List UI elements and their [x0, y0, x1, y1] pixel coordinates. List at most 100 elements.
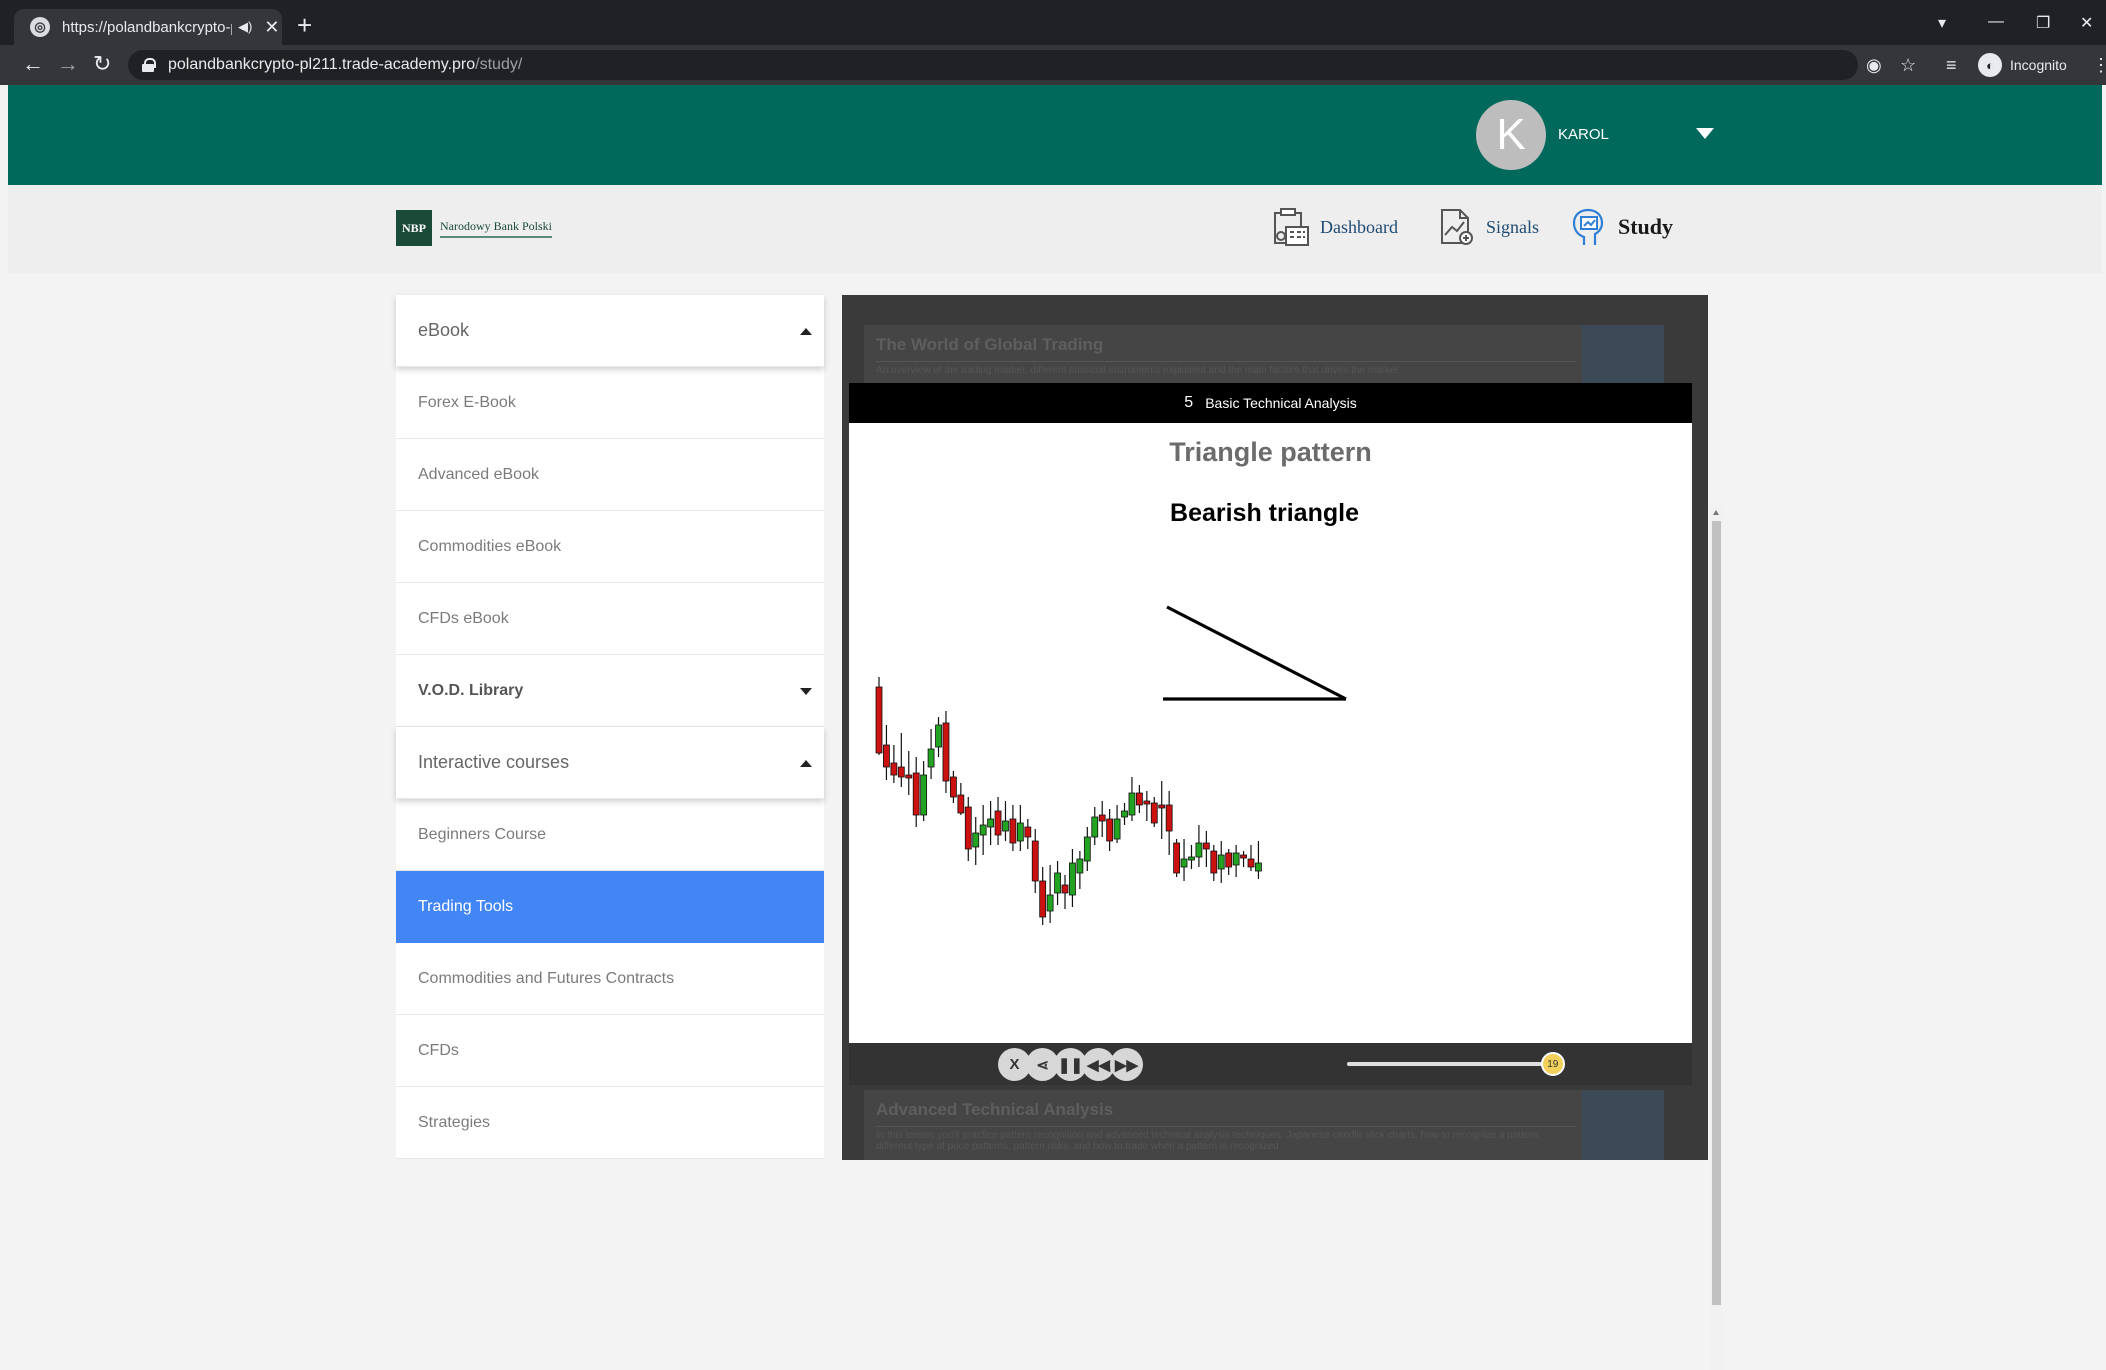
audio-icon[interactable]: ◀) — [238, 19, 252, 35]
candle-body — [935, 724, 942, 748]
url-field[interactable]: polandbankcrypto-pl211.trade-academy.pro… — [128, 50, 1858, 80]
sidebar-item-advanced-ebook[interactable]: Advanced eBook — [396, 439, 824, 511]
candle-body — [1225, 852, 1233, 868]
eye-off-icon[interactable]: ◉ — [1866, 55, 1882, 76]
tab-search-icon[interactable]: ▾ — [1938, 13, 1946, 33]
player-scrollbar[interactable] — [1710, 507, 1723, 1370]
nav-study-label: Study — [1618, 214, 1674, 239]
candle-body — [1247, 858, 1255, 868]
candle-body — [979, 824, 987, 836]
close-tab-icon[interactable]: ✕ — [264, 17, 279, 38]
progress-knob[interactable]: 19 — [1540, 1052, 1565, 1076]
incognito-icon: ◐ — [1978, 53, 2002, 77]
candlestick-illustration — [875, 605, 1347, 925]
sidebar-header-label: V.O.D. Library — [418, 681, 524, 699]
candle-body — [1180, 858, 1188, 868]
user-name[interactable]: KAROL — [1558, 126, 1609, 143]
reload-icon[interactable]: ↻ — [93, 52, 111, 76]
background-card-title: The World of Global Trading — [876, 335, 1104, 354]
candle-body — [957, 794, 965, 814]
url-text: polandbankcrypto-pl211.trade-academy.pro… — [168, 56, 523, 73]
user-band: K KAROL — [8, 85, 2102, 185]
sidebar-header-courses[interactable]: Interactive courses — [396, 727, 824, 799]
sidebar-item-cfds-ebook[interactable]: CFDs eBook — [396, 583, 824, 655]
minimize-icon[interactable]: — — [1988, 13, 2004, 31]
nav-dashboard[interactable]: Dashboard — [1270, 207, 1398, 247]
sidebar-item-label: Beginners Course — [418, 825, 547, 843]
share-icon: ⋖ — [1036, 1056, 1049, 1074]
forward-icon: ▶▶ — [1114, 1056, 1139, 1074]
incognito-badge[interactable]: ◐ Incognito — [1978, 51, 2067, 79]
sidebar-item-label: CFDs — [418, 1041, 459, 1059]
reading-list-icon[interactable]: ≡ — [1946, 55, 1957, 76]
nav-signals[interactable]: Signals — [1436, 207, 1539, 247]
candle-body — [1255, 862, 1262, 872]
nav-study[interactable]: Study — [1568, 207, 1673, 247]
signals-icon — [1441, 209, 1473, 245]
sidebar-item-commodities-ebook[interactable]: Commodities eBook — [396, 511, 824, 583]
sidebar-header-vod[interactable]: V.O.D. Library — [396, 655, 824, 727]
lesson-header: 5 Basic Technical Analysis — [849, 383, 1692, 423]
lock-icon[interactable] — [142, 58, 156, 72]
pause-icon: ❚❚ — [1057, 1056, 1084, 1074]
scroll-up-icon[interactable] — [1713, 510, 1719, 515]
sidebar-item-forex-ebook[interactable]: Forex E-Book — [396, 367, 824, 439]
candle-body — [1024, 826, 1032, 838]
candle-body — [1158, 804, 1166, 809]
kebab-menu-icon[interactable]: ⋮ — [2092, 55, 2106, 76]
sidebar-item-label: Advanced eBook — [418, 465, 539, 483]
candle-body — [1083, 836, 1091, 862]
candle-body — [1031, 840, 1039, 882]
progress-track[interactable] — [1347, 1062, 1557, 1066]
scroll-thumb[interactable] — [1712, 521, 1721, 1305]
sidebar-item-commodities-futures[interactable]: Commodities and Futures Contracts — [396, 943, 824, 1015]
candle-body — [1128, 792, 1136, 816]
web-page: K KAROL NBP Narodowy Bank Polski Dashboa… — [8, 85, 2102, 1370]
background-card-title: Advanced Technical Analysis — [876, 1100, 1114, 1119]
sidebar-item-label: Strategies — [418, 1113, 491, 1131]
candle-body — [1217, 854, 1225, 870]
browser-tab[interactable]: ◎ https://polandbankcrypto-pl ◀) ✕ — [14, 9, 282, 45]
lesson-slide: Triangle pattern Bearish triangle — [849, 423, 1692, 1043]
new-tab-icon[interactable]: + — [297, 12, 312, 38]
candle-body — [1091, 816, 1099, 838]
sidebar-item-label: Commodities and Futures Contracts — [418, 969, 675, 987]
candle-body — [994, 810, 1002, 836]
sidebar-item-trading-tools[interactable]: Trading Tools — [396, 871, 824, 943]
candle-body — [1202, 842, 1210, 850]
candle-body — [1165, 804, 1173, 832]
background-lesson-card: Advanced Technical Analysis In this less… — [864, 1090, 1664, 1160]
window-close-icon[interactable]: ✕ — [2080, 13, 2093, 33]
sidebar-item-strategies[interactable]: Strategies — [396, 1087, 824, 1159]
sidebar-header-label: eBook — [418, 320, 470, 340]
sidebar-header-ebook[interactable]: eBook — [396, 295, 824, 367]
candle-body — [1135, 792, 1143, 806]
forward-icon[interactable]: → — [57, 52, 79, 76]
candle-body — [1143, 800, 1151, 805]
player-controls: X ⋖ ❚❚ ◀◀ ▶▶ 19 — [849, 1043, 1692, 1085]
chevron-up-icon — [800, 328, 812, 335]
avatar[interactable]: K — [1476, 100, 1546, 170]
restore-icon[interactable]: ❐ — [2036, 13, 2050, 33]
background-card-desc: In this lesson you'll practice pattern r… — [876, 1126, 1576, 1152]
star-icon[interactable]: ☆ — [1900, 55, 1916, 76]
candle-body — [1046, 894, 1054, 912]
sidebar-item-beginners-course[interactable]: Beginners Course — [396, 799, 824, 871]
candle-body — [987, 818, 995, 828]
chevron-down-icon[interactable] — [1696, 128, 1714, 139]
logo-name: Narodowy Bank Polski — [440, 219, 552, 238]
candle-body — [890, 762, 898, 776]
candle-body — [1098, 814, 1106, 822]
candle-body — [1232, 852, 1240, 866]
nbp-logo[interactable]: NBP Narodowy Bank Polski — [396, 210, 552, 246]
sidebar-item-cfds[interactable]: CFDs — [396, 1015, 824, 1087]
candle-body — [1061, 884, 1069, 894]
candle-body — [1113, 818, 1121, 840]
candle-body — [883, 744, 890, 768]
candle-body — [1210, 850, 1218, 874]
forward-button[interactable]: ▶▶ — [1110, 1048, 1143, 1081]
back-icon[interactable]: ← — [22, 52, 44, 76]
candle-body — [1121, 810, 1128, 818]
sidebar-item-label: Trading Tools — [418, 897, 514, 915]
sidebar-item-label: CFDs eBook — [418, 609, 509, 627]
